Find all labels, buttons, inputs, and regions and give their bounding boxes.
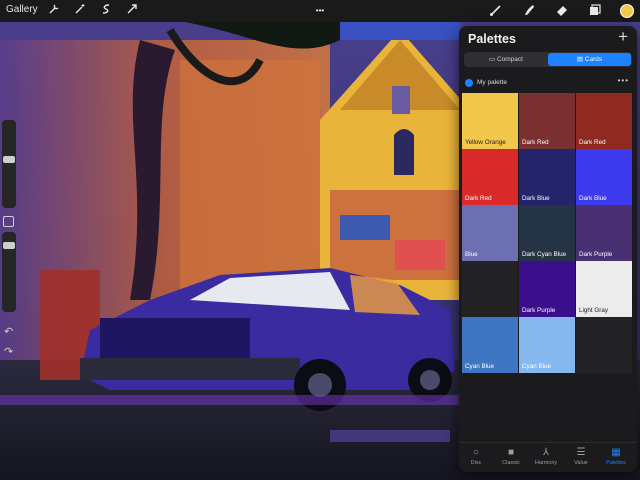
swatch[interactable]: Dark Blue — [519, 149, 575, 205]
harmony-icon: ⅄ — [542, 447, 550, 458]
panel-title: Palettes — [468, 32, 516, 46]
palette-name[interactable]: My palette — [477, 79, 507, 86]
left-sidebar: ↶ ↷ — [0, 120, 18, 370]
tab-classic[interactable]: ■ Classic — [494, 446, 528, 466]
palette-header: My palette ••• — [464, 76, 632, 89]
more-options-icon[interactable]: ••• — [312, 3, 328, 19]
tab-harmony[interactable]: ⅄ Harmony — [529, 446, 563, 466]
disc-icon: ○ — [472, 447, 480, 458]
brush-icon[interactable] — [488, 3, 504, 19]
smudge-icon[interactable] — [521, 3, 537, 19]
tab-disc[interactable]: ○ Disc — [459, 446, 493, 466]
empty-swatch[interactable] — [462, 261, 518, 317]
color-mode-tabbar: ○ Disc ■ Classic ⅄ Harmony ☰ Value ▦ Pal… — [459, 442, 637, 472]
value-icon: ☰ — [576, 447, 586, 458]
selection-icon[interactable] — [98, 3, 114, 19]
swatch[interactable]: Dark Red — [576, 93, 632, 149]
default-palette-check-icon[interactable] — [465, 79, 473, 87]
eraser-icon[interactable] — [554, 3, 570, 19]
magic-wand-icon[interactable] — [72, 3, 88, 19]
color-picker-button[interactable] — [620, 4, 634, 18]
add-palette-button[interactable]: + — [618, 27, 628, 47]
gallery-button[interactable]: Gallery — [6, 4, 38, 15]
classic-icon: ■ — [507, 447, 515, 458]
palettes-panel: Palettes + ▭ Compact ▤ Cards My palette … — [459, 26, 637, 472]
swatch[interactable]: Dark Purple — [576, 205, 632, 261]
empty-swatch[interactable] — [576, 317, 632, 373]
tab-palettes[interactable]: ▦ Palettes — [599, 446, 633, 466]
swatch[interactable]: Blue — [462, 205, 518, 261]
swatch[interactable]: Dark Blue — [576, 149, 632, 205]
redo-button[interactable]: ↷ — [4, 345, 13, 358]
transform-arrow-icon[interactable] — [124, 3, 140, 19]
swatch[interactable]: Dark Purple — [519, 261, 575, 317]
cards-view-button[interactable]: ▤ Cards — [548, 53, 631, 66]
opacity-thumb[interactable] — [3, 242, 15, 249]
brush-size-slider[interactable] — [2, 120, 16, 208]
swatch[interactable]: Dark Cyan Blue — [519, 205, 575, 261]
undo-button[interactable]: ↶ — [4, 325, 13, 338]
swatch-grid: Yellow Orange Dark Red Dark Red Dark Red… — [462, 93, 633, 374]
swatch[interactable]: Light Gray — [576, 261, 632, 317]
tab-value[interactable]: ☰ Value — [564, 446, 598, 466]
swatch[interactable]: Cyan Blue — [462, 317, 518, 373]
modify-button[interactable] — [3, 216, 14, 227]
layers-icon[interactable] — [587, 3, 603, 19]
top-toolbar: Gallery ••• — [0, 0, 640, 22]
compact-view-button[interactable]: ▭ Compact — [465, 53, 547, 66]
swatch[interactable]: Yellow Orange — [462, 93, 518, 149]
brush-size-thumb[interactable] — [3, 156, 15, 163]
opacity-slider[interactable] — [2, 232, 16, 312]
swatch[interactable]: Dark Red — [462, 149, 518, 205]
swatch[interactable]: Cyan Blue — [519, 317, 575, 373]
wrench-icon[interactable] — [46, 3, 62, 19]
palette-more-button[interactable]: ••• — [618, 76, 629, 85]
palettes-grid-icon: ▦ — [611, 447, 621, 458]
view-segmented-control: ▭ Compact ▤ Cards — [464, 52, 632, 67]
swatch[interactable]: Dark Red — [519, 93, 575, 149]
